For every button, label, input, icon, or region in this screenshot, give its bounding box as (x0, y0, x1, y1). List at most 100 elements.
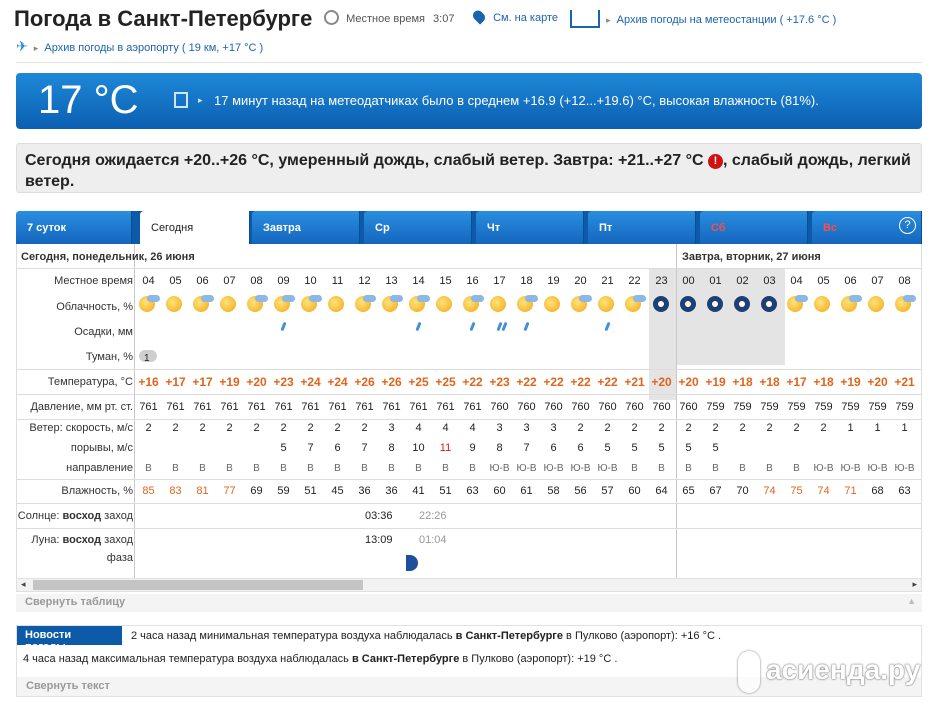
hour-cell: 07 (223, 275, 236, 287)
moon-set-label: заход (104, 534, 133, 546)
current-weather-banner: 17 °C ▸ 17 минут назад на метеодатчиках … (16, 73, 922, 129)
scrollbar-thumb[interactable] (33, 580, 363, 590)
sun-icon (598, 296, 614, 312)
sun-icon (490, 296, 506, 312)
humidity-cell: 67 (709, 485, 722, 497)
hour-cell: 08 (898, 275, 911, 287)
pressure-cell: 759 (706, 401, 725, 413)
collapse-text-label[interactable]: Свернуть текст (26, 680, 110, 692)
pressure-cell: 760 (571, 401, 590, 413)
tomorrow-date-header: Завтра, вторник, 27 июня (682, 251, 821, 263)
pressure-cell: 761 (139, 401, 158, 413)
airport-archive-link[interactable]: ✈ ▸ Архив погоды в аэропорту ( 19 км, +1… (16, 38, 263, 55)
wind-direction-cell: В (172, 463, 179, 474)
wind-speed-cell: 2 (604, 422, 611, 434)
row-divider (17, 419, 921, 420)
pressure-cell: 761 (355, 401, 374, 413)
wind-direction-cell: Ю-В (894, 463, 915, 474)
moonrise-time: 13:09 (365, 534, 393, 546)
humidity-cell: 71 (844, 485, 857, 497)
temp-cell: +23 (489, 375, 510, 389)
row-label-fog: Туман, % (85, 351, 133, 363)
temp-cell: +26 (381, 375, 402, 389)
row-divider (17, 369, 921, 370)
news-item-text: в Пулково (аэропорт): +19 °C . (459, 653, 618, 665)
pressure-cell: 761 (409, 401, 428, 413)
pressure-cell: 761 (220, 401, 239, 413)
tab-7-days[interactable]: 7 суток (16, 211, 132, 244)
tab-today[interactable]: Сегодня (140, 211, 250, 244)
temp-cell: +20 (246, 375, 267, 389)
temp-cell: +18 (813, 375, 834, 389)
wind-direction-cell: Ю-В (543, 463, 564, 474)
collapse-table-label[interactable]: Свернуть таблицу (25, 596, 125, 608)
wind-direction-cell: В (334, 463, 341, 474)
wind-speed-cell: 2 (253, 422, 260, 434)
wind-speed-cell: 1 (847, 422, 854, 434)
map-link-label[interactable]: См. на карте (493, 12, 558, 24)
cloud-icon (849, 295, 862, 302)
pressure-cell: 760 (625, 401, 644, 413)
scroll-right-icon[interactable]: ▸ (912, 579, 917, 590)
hour-cell: 00 (682, 275, 695, 287)
row-divider (17, 503, 921, 504)
watermark: асиенда.ру (736, 645, 926, 700)
hour-cell: 10 (304, 275, 317, 287)
help-icon[interactable]: ? (899, 217, 916, 234)
wind-speed-cell: 2 (199, 422, 206, 434)
row-label-humidity: Влажность, % (61, 485, 133, 497)
humidity-cell: 36 (358, 485, 371, 497)
temp-cell: +19 (705, 375, 726, 389)
pressure-cell: 759 (841, 401, 860, 413)
tab-wednesday[interactable]: Ср (364, 211, 472, 244)
humidity-cell: 64 (655, 485, 668, 497)
gust-cell: 8 (388, 442, 395, 454)
rain-drop-icon (469, 321, 476, 332)
station-archive-label[interactable]: Архив погоды на метеостанции ( +17.6 °C … (617, 14, 837, 26)
wind-direction-cell: В (307, 463, 314, 474)
wind-direction-cell: В (280, 463, 287, 474)
wind-speed-cell: 1 (901, 422, 908, 434)
row-label-sun: Солнце: восход заход (17, 510, 133, 522)
humidity-cell: 51 (304, 485, 317, 497)
wind-speed-cell: 1 (874, 422, 881, 434)
humidity-cell: 61 (520, 485, 533, 497)
hour-cell: 02 (736, 275, 749, 287)
hour-cell: 11 (331, 275, 344, 287)
gust-cell: 6 (334, 442, 341, 454)
temp-cell: +22 (462, 375, 483, 389)
moon-icon (761, 296, 777, 312)
wind-speed-cell: 2 (307, 422, 314, 434)
tab-friday[interactable]: Пт (588, 211, 696, 244)
wind-direction-cell: Ю-В (813, 463, 834, 474)
wind-direction-cell: В (739, 463, 746, 474)
chevron-right-icon: ▸ (198, 95, 203, 105)
wind-speed-cell: 2 (577, 422, 584, 434)
temp-cell: +26 (354, 375, 375, 389)
current-weather-description: 17 минут назад на метеодатчиках было в с… (214, 93, 819, 108)
map-link[interactable]: См. на карте (470, 8, 558, 25)
today-date-header: Сегодня, понедельник, 26 июня (21, 251, 195, 263)
station-archive-link[interactable]: ▸ Архив погоды на метеостанции ( +17.6 °… (570, 10, 836, 28)
news-item: 4 часа назад максимальная температура во… (23, 653, 617, 665)
table-scrollbar[interactable]: ◂ ▸ (16, 578, 922, 592)
collapse-table-button[interactable]: Свернуть таблицу ▲ (16, 594, 922, 612)
wind-direction-cell: В (631, 463, 638, 474)
temp-cell: +24 (327, 375, 348, 389)
tab-thursday[interactable]: Чт (476, 211, 584, 244)
pressure-cell: 760 (517, 401, 536, 413)
scroll-left-icon[interactable]: ◂ (21, 579, 26, 590)
pressure-cell: 761 (328, 401, 347, 413)
temp-cell: +17 (786, 375, 807, 389)
hour-cell: 19 (547, 275, 560, 287)
hour-cell: 15 (439, 275, 452, 287)
airport-archive-label[interactable]: Архив погоды в аэропорту ( 19 км, +17 °C… (44, 42, 263, 54)
humidity-cell: 69 (250, 485, 263, 497)
warning-icon: ! (707, 154, 723, 169)
temp-cell: +20 (678, 375, 699, 389)
tab-saturday[interactable]: Сб (700, 211, 808, 244)
gust-cell: 7 (523, 442, 530, 454)
temp-cell: +20 (651, 375, 672, 389)
wind-speed-cell: 2 (766, 422, 773, 434)
tab-tomorrow[interactable]: Завтра (252, 211, 360, 244)
